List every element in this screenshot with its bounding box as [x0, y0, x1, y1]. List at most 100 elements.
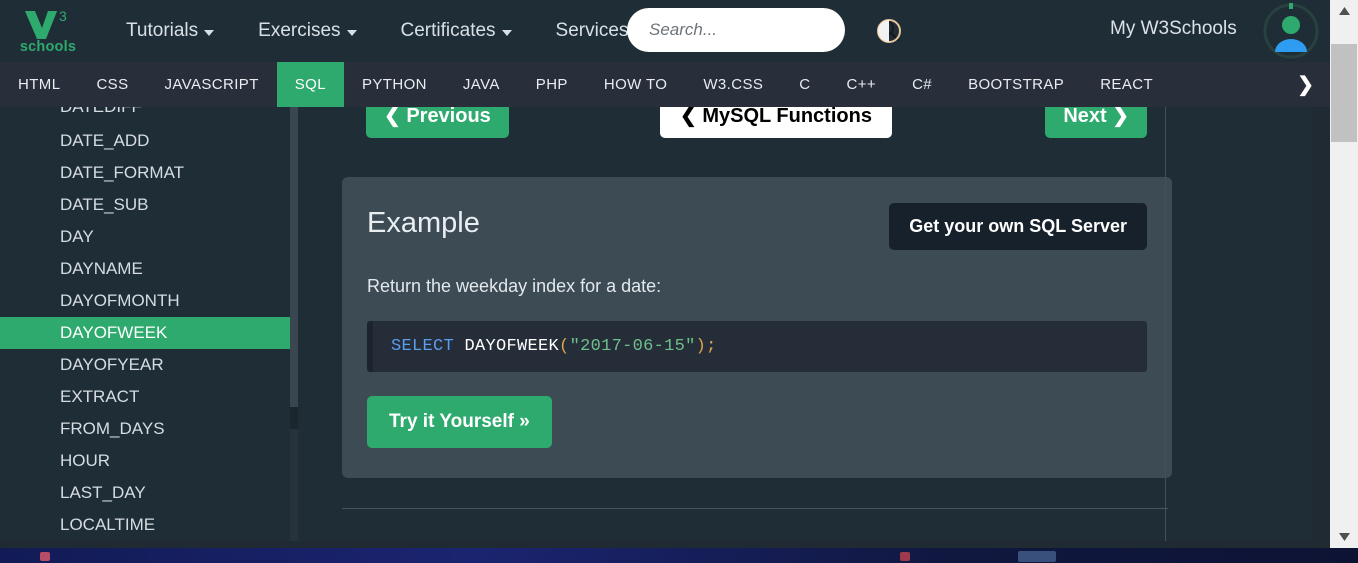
sidebar-item-dayofyear[interactable]: DAYOFYEAR: [0, 349, 290, 381]
my-w3schools-link[interactable]: My W3Schools: [1110, 18, 1237, 40]
technology-subnav: HTML CSS JAVASCRIPT SQL PYTHON JAVA PHP …: [0, 62, 1330, 107]
sidebar-item-datediff[interactable]: DATEDIFF: [0, 107, 290, 125]
scroll-up-arrow-icon[interactable]: [1330, 0, 1358, 22]
taskbar-icon-3[interactable]: [1018, 551, 1056, 562]
sql-code-block[interactable]: SELECT DAYOFWEEK("2017-06-15");: [367, 321, 1147, 372]
nav-item-tutorials[interactable]: Tutorials: [104, 20, 236, 42]
subnav-item-csharp[interactable]: C#: [894, 62, 950, 107]
search-box[interactable]: [627, 8, 900, 52]
nav-item-certificates[interactable]: Certificates: [379, 20, 534, 42]
page-navigation: ❮ Previous ❮ MySQL Functions Next ❯: [320, 107, 1187, 149]
subnav-label: C#: [912, 76, 933, 93]
taskbar-icon-1[interactable]: [40, 552, 50, 561]
sidebar-item-label: DATE_ADD: [60, 131, 150, 150]
mysql-functions-button[interactable]: ❮ MySQL Functions: [660, 107, 892, 138]
page-scrollbar-thumb[interactable]: [1331, 44, 1357, 142]
nav-item-services-label: Services: [555, 20, 629, 41]
subnav-label: C: [799, 76, 811, 93]
subnav-label: C++: [846, 76, 877, 93]
subnav-item-css[interactable]: CSS: [78, 62, 146, 107]
sidebar-item-label: LOCALTIME: [60, 515, 156, 534]
get-sql-server-button[interactable]: Get your own SQL Server: [889, 203, 1147, 250]
sidebar-item-date-format[interactable]: DATE_FORMAT: [0, 157, 290, 189]
sidebar-scrollbar[interactable]: [290, 107, 298, 541]
sidebar-item-date-add[interactable]: DATE_ADD: [0, 125, 290, 157]
sidebar-item-label: EXTRACT: [60, 387, 140, 406]
function-sidebar[interactable]: DATEDIFF DATE_ADD DATE_FORMAT DATE_SUB D…: [0, 107, 290, 541]
sidebar-item-day[interactable]: DAY: [0, 221, 290, 253]
subnav-item-w3css[interactable]: W3.CSS: [685, 62, 781, 107]
sidebar-item-label: DATE_FORMAT: [60, 163, 185, 182]
sidebar-item-extract[interactable]: EXTRACT: [0, 381, 290, 413]
sidebar-scrollbar-lower[interactable]: [290, 429, 298, 541]
main-content: ❮ Previous ❮ MySQL Functions Next ❯ Exam…: [298, 107, 1312, 541]
sidebar-item-label: DAYOFMONTH: [60, 291, 180, 310]
subnav-item-cpp[interactable]: C++: [829, 62, 895, 107]
subnav-item-bootstrap[interactable]: BOOTSTRAP: [950, 62, 1082, 107]
sidebar-item-label: FROM_DAYS: [60, 419, 165, 438]
taskbar-icon-2[interactable]: [900, 552, 910, 561]
chevron-right-icon[interactable]: ❯: [1281, 62, 1330, 107]
sidebar-item-dayofweek[interactable]: DAYOFWEEK: [0, 317, 290, 349]
subnav-item-php[interactable]: PHP: [518, 62, 586, 107]
code-string-literal: "2017-06-15": [569, 337, 696, 356]
nav-item-certificates-label: Certificates: [400, 20, 496, 41]
subnav-label: CSS: [96, 76, 129, 93]
subnav-item-python[interactable]: PYTHON: [344, 62, 445, 107]
example-card: Example Get your own SQL Server Return t…: [342, 177, 1172, 478]
chevron-down-icon: [346, 30, 357, 36]
code-keyword: SELECT: [391, 337, 455, 356]
w3-logo-icon: 3: [21, 8, 75, 42]
code-open-paren: (: [559, 337, 570, 356]
sidebar-item-hour[interactable]: HOUR: [0, 445, 290, 477]
code-close-paren: );: [695, 337, 717, 356]
chevron-down-icon: [501, 30, 512, 36]
subnav-label: JAVA: [462, 76, 500, 93]
subnav-label: BOOTSTRAP: [968, 76, 1065, 93]
subnav-label: PYTHON: [362, 76, 427, 93]
content-right-border: [1165, 107, 1166, 541]
subnav-item-c[interactable]: C: [781, 62, 828, 107]
next-button[interactable]: Next ❯: [1045, 107, 1147, 138]
page-scrollbar[interactable]: [1330, 0, 1358, 548]
primary-nav: Tutorials Exercises Certificates Service…: [104, 20, 666, 42]
top-header-bar: 3 schools Tutorials Exercises Certificat…: [0, 0, 1330, 62]
user-avatar-icon[interactable]: [1262, 2, 1320, 60]
subnav-label: HOW TO: [603, 76, 668, 93]
sidebar-item-dayname[interactable]: DAYNAME: [0, 253, 290, 285]
previous-button[interactable]: ❮ Previous: [366, 107, 509, 138]
sidebar-item-label: DATEDIFF: [60, 107, 142, 116]
chevron-down-icon: [204, 30, 215, 36]
w3schools-logo[interactable]: 3 schools: [8, 8, 88, 55]
browser-viewport: 3 schools Tutorials Exercises Certificat…: [0, 0, 1358, 563]
try-it-yourself-button[interactable]: Try it Yourself »: [367, 396, 552, 448]
subnav-item-html[interactable]: HTML: [0, 62, 78, 107]
dark-mode-toggle-icon[interactable]: [876, 18, 902, 44]
sidebar-item-last-day[interactable]: LAST_DAY: [0, 477, 290, 509]
sidebar-item-label: DAYOFYEAR: [60, 355, 164, 374]
subnav-item-javascript[interactable]: JAVASCRIPT: [146, 62, 276, 107]
code-function-name: DAYOFWEEK: [464, 337, 560, 356]
nav-item-exercises[interactable]: Exercises: [236, 20, 378, 42]
example-description: Return the weekday index for a date:: [367, 276, 662, 296]
example-card-header: Example Get your own SQL Server: [367, 203, 1147, 250]
subnav-item-java[interactable]: JAVA: [445, 62, 518, 107]
sidebar-item-label: HOUR: [60, 451, 111, 470]
sidebar-item-dayofmonth[interactable]: DAYOFMONTH: [0, 285, 290, 317]
sidebar-item-from-days[interactable]: FROM_DAYS: [0, 413, 290, 445]
sidebar-item-date-sub[interactable]: DATE_SUB: [0, 189, 290, 221]
subnav-item-sql[interactable]: SQL: [276, 62, 344, 107]
sidebar-item-localtime[interactable]: LOCALTIME: [0, 509, 290, 541]
subnav-item-howto[interactable]: HOW TO: [586, 62, 686, 107]
sidebar-scrollbar-thumb[interactable]: [290, 107, 298, 407]
example-heading: Example: [367, 207, 480, 239]
sidebar-item-label: DAYOFWEEK: [60, 323, 168, 342]
search-input[interactable]: [647, 19, 875, 41]
subnav-label: W3.CSS: [703, 76, 764, 93]
os-taskbar[interactable]: [0, 548, 1358, 563]
scroll-down-arrow-icon[interactable]: [1330, 526, 1358, 548]
subnav-item-react[interactable]: REACT: [1082, 62, 1171, 107]
logo-wordmark: schools: [19, 38, 77, 55]
sidebar-item-label: DAY: [60, 227, 94, 246]
